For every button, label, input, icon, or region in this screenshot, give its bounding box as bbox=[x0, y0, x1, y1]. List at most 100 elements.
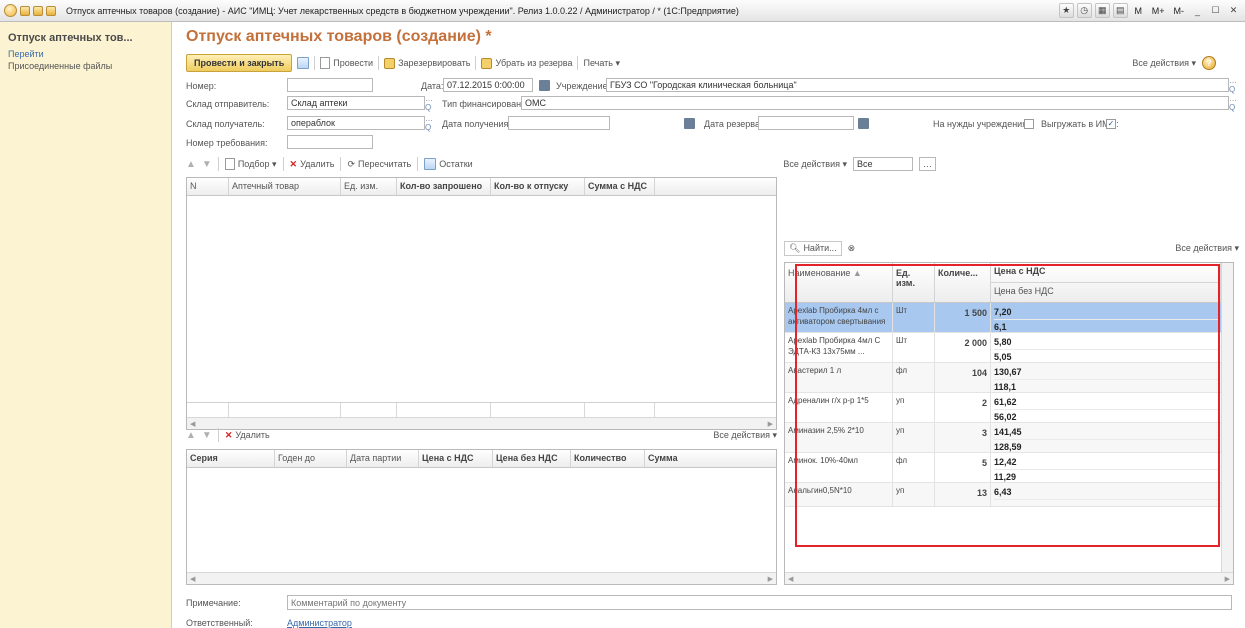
stock-filter-select-icon[interactable]: … bbox=[919, 157, 936, 171]
column-header-qty[interactable]: Количе... bbox=[935, 263, 991, 302]
receiver-warehouse-field[interactable]: операблок bbox=[287, 116, 425, 130]
series-table-scrollbar[interactable]: ◀ ▶ bbox=[187, 572, 776, 584]
column-header[interactable]: Серия bbox=[187, 450, 275, 467]
organization-field[interactable]: ГБУЗ СО "Городская клиническая больница" bbox=[606, 78, 1229, 92]
scroll-left-icon[interactable]: ◀ bbox=[190, 575, 195, 583]
stock-table-horizontal-scrollbar[interactable]: ◀ ▶ bbox=[785, 572, 1233, 584]
column-header[interactable]: Кол-во запрошено bbox=[397, 178, 491, 195]
upload-ims-checkbox[interactable]: ✓ bbox=[1106, 119, 1116, 129]
memory-button-mplus[interactable]: M+ bbox=[1149, 3, 1168, 18]
column-header[interactable]: Количество bbox=[571, 450, 645, 467]
move-up-icon[interactable]: ▲ bbox=[186, 159, 196, 170]
all-actions-button[interactable]: Все действия ▾ bbox=[1132, 58, 1196, 69]
column-header-name[interactable]: Наименование ▲ bbox=[785, 263, 893, 302]
cell-price-novat: 11,29 bbox=[994, 469, 1218, 482]
table-row[interactable]: Apexlab Пробирка 4мл С ЭДТА-К3 13х75мм .… bbox=[785, 333, 1221, 363]
move-up-icon[interactable]: ▲ bbox=[186, 430, 196, 441]
help-icon[interactable]: ? bbox=[1202, 56, 1216, 70]
table-row[interactable]: Аминок. 10%-40мл фл 5 12,42 11,29 bbox=[785, 453, 1221, 483]
reserve-date-field[interactable] bbox=[758, 116, 854, 130]
reserve-button[interactable]: Зарезервировать bbox=[384, 57, 470, 69]
items-table[interactable]: N Аптечный товар Ед. изм. Кол-во запроше… bbox=[186, 177, 777, 430]
column-header[interactable]: Дата партии bbox=[347, 450, 419, 467]
scroll-left-icon[interactable]: ◀ bbox=[788, 575, 793, 583]
table-row[interactable]: Аминазин 2,5% 2*10 уп 3 141,45 128,59 bbox=[785, 423, 1221, 453]
receive-date-calendar-icon[interactable] bbox=[684, 118, 695, 129]
stock-table-toolbar: 🔍︎ Найти... ⊗ Все действия ▾ bbox=[784, 240, 1239, 256]
date-calendar-icon[interactable] bbox=[539, 80, 550, 91]
table-row[interactable]: Адреналин г/х р-р 1*5 уп 2 61,62 56,02 bbox=[785, 393, 1221, 423]
stock-table-vertical-scrollbar[interactable] bbox=[1221, 263, 1233, 572]
responsible-link[interactable]: Администратор bbox=[287, 618, 352, 628]
memory-button-mminus[interactable]: M- bbox=[1171, 3, 1188, 18]
table-row[interactable]: Анальгин0,5N*10 уп 13 6,43 bbox=[785, 483, 1221, 507]
forward-icon[interactable] bbox=[33, 5, 43, 16]
post-and-close-button[interactable]: Провести и закрыть bbox=[186, 54, 293, 72]
number-field[interactable] bbox=[287, 78, 373, 92]
calendar-icon[interactable]: ▤ bbox=[1112, 3, 1128, 18]
note-input[interactable] bbox=[287, 595, 1232, 610]
history-icon[interactable]: ◷ bbox=[1076, 3, 1092, 18]
favorites-icon[interactable]: ★ bbox=[1058, 3, 1074, 18]
post-button[interactable]: Провести bbox=[320, 57, 373, 69]
financing-type-field[interactable]: ОМС bbox=[521, 96, 1229, 110]
receive-date-field[interactable] bbox=[508, 116, 610, 130]
financing-type-select-icon[interactable]: …Q bbox=[1229, 94, 1242, 112]
cell-unit: фл bbox=[893, 453, 935, 482]
column-header[interactable]: Ед. изм. bbox=[341, 178, 397, 195]
home-icon[interactable] bbox=[46, 5, 56, 16]
cell-unit: уп bbox=[893, 393, 935, 422]
sender-warehouse-select-icon[interactable]: …Q bbox=[425, 94, 438, 112]
sender-warehouse-field[interactable]: Склад аптеки bbox=[287, 96, 425, 110]
column-header[interactable]: Сумма с НДС bbox=[585, 178, 655, 195]
column-header-price-novat[interactable]: Цена без НДС bbox=[991, 283, 1221, 302]
table-row[interactable]: Авастерил 1 л фл 104 130,67 118,1 bbox=[785, 363, 1221, 393]
stock-filter-field[interactable]: Все bbox=[853, 157, 913, 171]
move-down-icon[interactable]: ▼ bbox=[202, 159, 212, 170]
requirement-number-field[interactable] bbox=[287, 135, 373, 149]
stock-table[interactable]: Наименование ▲ Ед. изм. Количе... Цена с… bbox=[784, 262, 1234, 585]
column-header[interactable]: Цена без НДС bbox=[493, 450, 571, 467]
table-row[interactable]: Apexlab Пробирка 4мл с активатором сверт… bbox=[785, 303, 1221, 333]
column-header[interactable]: Кол-во к отпуску bbox=[491, 178, 585, 195]
back-icon[interactable] bbox=[20, 5, 30, 16]
reserve-date-calendar-icon[interactable] bbox=[858, 118, 869, 129]
unreserve-button[interactable]: Убрать из резерва bbox=[481, 57, 572, 69]
scroll-right-icon[interactable]: ▶ bbox=[1225, 575, 1230, 583]
delete-item-button[interactable]: ✕ Удалить bbox=[290, 159, 335, 170]
column-header[interactable]: N bbox=[187, 178, 229, 195]
select-items-button[interactable]: Подбор ▾ bbox=[224, 158, 277, 170]
column-header-unit[interactable]: Ед. изм. bbox=[893, 263, 935, 302]
stock-all-actions-button[interactable]: Все действия ▾ bbox=[1175, 243, 1239, 254]
cancel-search-icon[interactable]: ⊗ bbox=[848, 243, 856, 254]
close-icon[interactable]: ✕ bbox=[1226, 3, 1241, 18]
items-all-actions-button[interactable]: Все действия ▾ bbox=[783, 159, 847, 170]
sidebar-item-attached-files[interactable]: Присоединенные файлы bbox=[0, 60, 171, 72]
move-down-icon[interactable]: ▼ bbox=[202, 430, 212, 441]
recalculate-button[interactable]: ⟳ Пересчитать bbox=[347, 159, 411, 170]
minimize-icon[interactable]: _ bbox=[1190, 3, 1205, 18]
receiver-warehouse-select-icon[interactable]: …Q bbox=[425, 114, 438, 132]
delete-series-button[interactable]: ✕ Удалить bbox=[225, 430, 270, 441]
find-button[interactable]: 🔍︎ Найти... bbox=[784, 240, 842, 256]
toolbar-separator bbox=[217, 157, 219, 171]
column-header-price-vat[interactable]: Цена с НДС bbox=[991, 263, 1221, 283]
column-header[interactable]: Цена с НДС bbox=[419, 450, 493, 467]
institution-needs-checkbox[interactable] bbox=[1024, 119, 1034, 129]
maximize-icon[interactable]: ☐ bbox=[1208, 3, 1223, 18]
print-button[interactable]: Печать ▾ bbox=[583, 58, 620, 69]
organization-select-icon[interactable]: …Q bbox=[1229, 76, 1242, 94]
scroll-right-icon[interactable]: ▶ bbox=[768, 575, 773, 583]
date-field[interactable]: 07.12.2015 0:00:00 bbox=[443, 78, 533, 92]
series-table-header: Серия Годен до Дата партии Цена с НДС Це… bbox=[187, 450, 776, 468]
series-table[interactable]: Серия Годен до Дата партии Цена с НДС Це… bbox=[186, 449, 777, 585]
sidebar-item-goto[interactable]: Перейти bbox=[0, 48, 171, 60]
series-all-actions-button[interactable]: Все действия ▾ bbox=[713, 430, 777, 441]
save-icon[interactable] bbox=[297, 57, 310, 69]
calculator-icon[interactable]: ▦ bbox=[1094, 3, 1110, 18]
stock-button[interactable]: Остатки bbox=[424, 158, 473, 170]
column-header[interactable]: Годен до bbox=[275, 450, 347, 467]
column-header[interactable]: Сумма bbox=[645, 450, 776, 467]
column-header[interactable]: Аптечный товар bbox=[229, 178, 341, 195]
memory-button-m[interactable]: M bbox=[1131, 3, 1146, 18]
